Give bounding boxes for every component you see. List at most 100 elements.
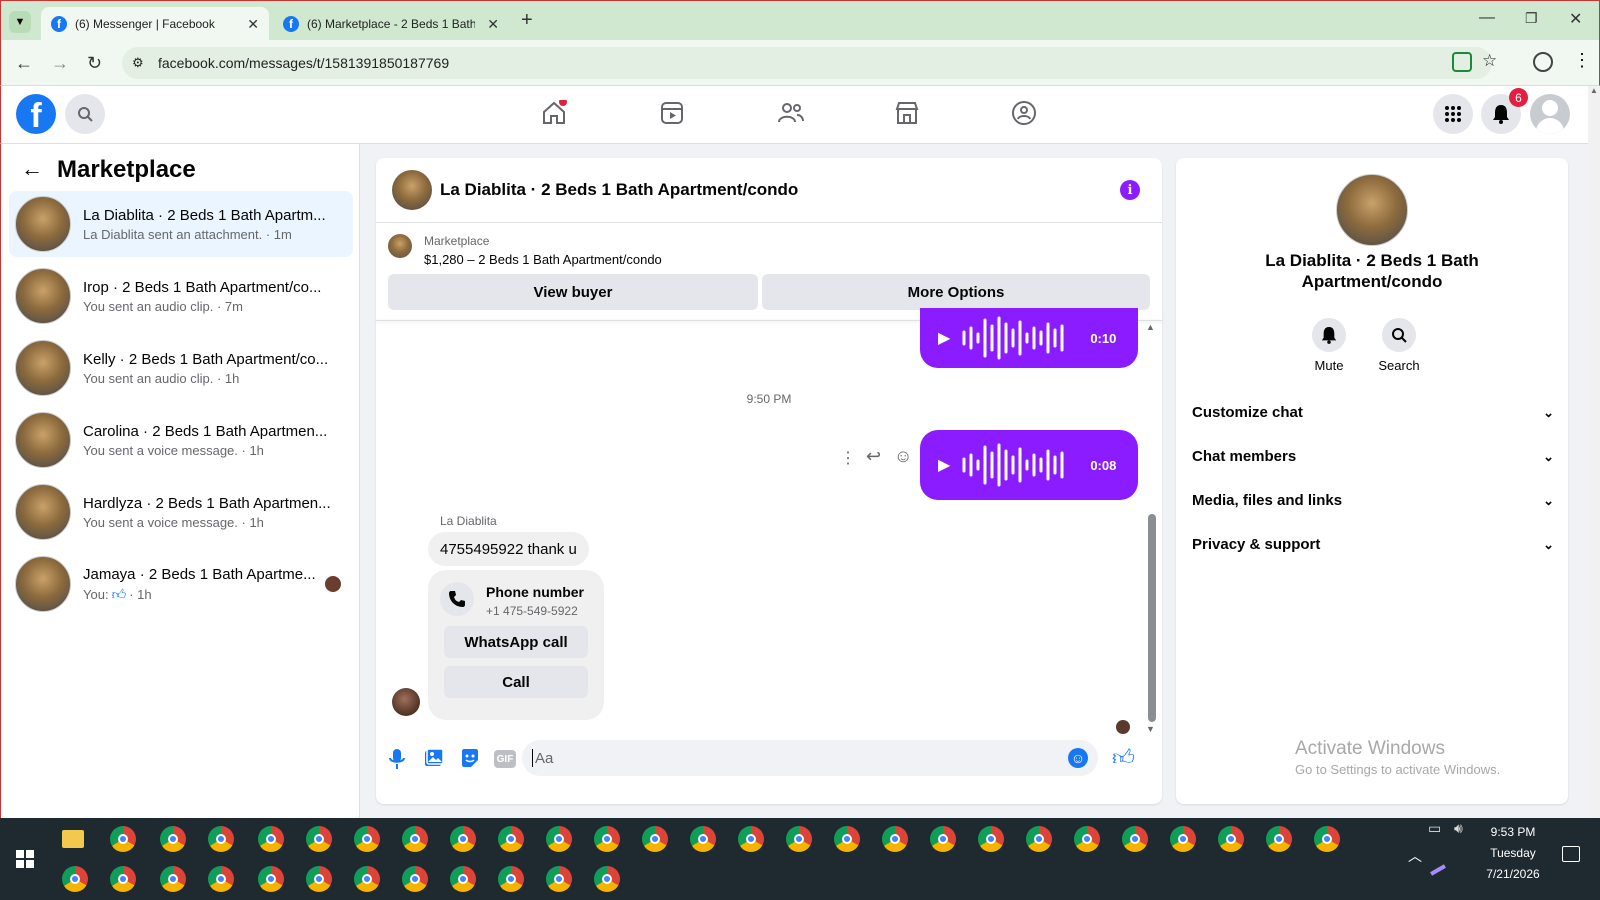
chrome-taskbar-icon[interactable]	[402, 866, 428, 892]
thumbs-up-send-icon[interactable]: 👍︎	[1112, 744, 1135, 771]
nav-marketplace[interactable]	[894, 100, 920, 126]
close-window-icon[interactable]: ✕	[1569, 9, 1582, 29]
chrome-taskbar-icon[interactable]	[450, 866, 476, 892]
reload-icon[interactable]: ↻	[87, 53, 102, 74]
chrome-taskbar-icon[interactable]	[62, 866, 88, 892]
view-buyer-button[interactable]: View buyer	[388, 274, 758, 310]
chrome-taskbar-icon[interactable]	[306, 826, 332, 852]
chrome-taskbar-icon[interactable]	[160, 826, 186, 852]
play-icon[interactable]: ▶	[938, 455, 950, 475]
nav-gaming[interactable]	[1011, 100, 1037, 126]
chrome-taskbar-icon[interactable]	[1026, 826, 1052, 852]
search-conversation-button[interactable]	[1382, 318, 1416, 352]
call-button[interactable]: Call	[444, 666, 588, 698]
message-input[interactable]: Aa ☺	[522, 740, 1098, 776]
scroll-down-icon[interactable]: ▼	[1146, 724, 1155, 734]
search-facebook-button[interactable]	[65, 94, 105, 134]
windows-start-icon[interactable]	[16, 850, 34, 868]
chrome-taskbar-icon[interactable]	[1218, 826, 1244, 852]
chrome-taskbar-icon[interactable]	[882, 826, 908, 852]
show-hidden-icons-icon[interactable]: ︿	[1408, 846, 1422, 866]
gif-icon[interactable]: GIF	[494, 750, 516, 768]
chrome-taskbar-icon[interactable]	[110, 866, 136, 892]
account-avatar[interactable]	[1530, 94, 1570, 134]
install-app-icon[interactable]	[1452, 52, 1472, 72]
react-emoji-icon[interactable]: ☺	[894, 446, 912, 467]
emoji-icon[interactable]: ☺	[1068, 748, 1088, 768]
chrome-taskbar-icon[interactable]	[978, 826, 1004, 852]
conversation-item[interactable]: Hardlyza · 2 Beds 1 Bath Apartmen... You …	[9, 479, 353, 545]
chrome-taskbar-icon[interactable]	[160, 866, 186, 892]
chrome-taskbar-icon[interactable]	[498, 866, 524, 892]
sticker-icon[interactable]	[460, 748, 480, 768]
info-icon[interactable]: i	[1120, 180, 1140, 200]
chat-scrollbar[interactable]	[1148, 514, 1156, 722]
chrome-taskbar-icon[interactable]	[594, 826, 620, 852]
tab-search-chevron-icon[interactable]: ▼	[9, 11, 31, 33]
chrome-taskbar-icon[interactable]	[498, 826, 524, 852]
chat-members-section[interactable]: Chat members ⌄	[1192, 448, 1554, 465]
chrome-taskbar-icon[interactable]	[450, 826, 476, 852]
back-arrow-icon[interactable]: ←	[21, 156, 43, 182]
page-scrollbar[interactable]: ▲	[1588, 86, 1600, 818]
chrome-taskbar-icon[interactable]	[1266, 826, 1292, 852]
info-avatar[interactable]	[1336, 174, 1408, 246]
taskbar-clock[interactable]: 9:53 PM Tuesday 7/21/2026	[1478, 822, 1548, 885]
photo-icon[interactable]	[424, 748, 444, 768]
scroll-up-icon[interactable]: ▲	[1146, 322, 1155, 332]
chrome-taskbar-icon[interactable]	[546, 866, 572, 892]
minimize-icon[interactable]: —	[1479, 9, 1495, 27]
chrome-taskbar-icon[interactable]	[306, 866, 332, 892]
chrome-taskbar-icon[interactable]	[1122, 826, 1148, 852]
media-files-section[interactable]: Media, files and links ⌄	[1192, 492, 1554, 509]
sender-avatar[interactable]	[392, 688, 420, 716]
more-actions-icon[interactable]: ⋮	[840, 448, 856, 468]
customize-chat-section[interactable]: Customize chat ⌄	[1192, 404, 1554, 421]
new-tab-icon[interactable]: +	[521, 9, 533, 32]
voice-message-bubble[interactable]: ▶ 0:08	[920, 430, 1138, 500]
chrome-taskbar-icon[interactable]	[786, 826, 812, 852]
chrome-taskbar-icon[interactable]	[690, 826, 716, 852]
nav-home[interactable]	[541, 100, 567, 126]
facebook-logo[interactable]: f	[16, 94, 56, 134]
chrome-taskbar-icon[interactable]	[738, 826, 764, 852]
whatsapp-call-button[interactable]: WhatsApp call	[444, 626, 588, 658]
incoming-message[interactable]: 4755495922 thank u	[428, 532, 589, 566]
chrome-taskbar-icon[interactable]	[930, 826, 956, 852]
nav-friends[interactable]	[777, 100, 805, 126]
voice-message-bubble[interactable]: ▶ 0:10	[920, 308, 1138, 368]
notifications-center-icon[interactable]	[1562, 846, 1580, 862]
profile-icon[interactable]	[1533, 52, 1553, 72]
nav-reels[interactable]	[659, 100, 685, 126]
chrome-taskbar-icon[interactable]	[208, 826, 234, 852]
more-options-button[interactable]: More Options	[762, 274, 1150, 310]
chrome-taskbar-icon[interactable]	[1314, 826, 1340, 852]
volume-icon[interactable]: 🔊︎	[1454, 820, 1463, 837]
chrome-taskbar-icon[interactable]	[546, 826, 572, 852]
play-icon[interactable]: ▶	[938, 328, 950, 348]
conversation-item[interactable]: Kelly · 2 Beds 1 Bath Apartment/co... You…	[9, 335, 353, 401]
mute-button[interactable]	[1312, 318, 1346, 352]
conversation-item[interactable]: Carolina · 2 Beds 1 Bath Apartmen... You …	[9, 407, 353, 473]
file-explorer-icon[interactable]	[62, 830, 84, 848]
browser-menu-icon[interactable]: ⋮	[1573, 50, 1591, 71]
menu-button[interactable]	[1433, 94, 1473, 134]
tab-marketplace[interactable]: f (6) Marketplace - 2 Beds 1 Bath ✕	[273, 7, 509, 41]
chrome-taskbar-icon[interactable]	[594, 866, 620, 892]
chrome-taskbar-icon[interactable]	[354, 866, 380, 892]
chat-avatar[interactable]	[392, 170, 432, 210]
chrome-taskbar-icon[interactable]	[258, 866, 284, 892]
close-tab-icon[interactable]: ✕	[487, 16, 499, 33]
chrome-taskbar-icon[interactable]	[1170, 826, 1196, 852]
chrome-taskbar-icon[interactable]	[110, 826, 136, 852]
conversation-item[interactable]: Jamaya · 2 Beds 1 Bath Apartme... You: 👍︎…	[9, 551, 353, 617]
conversation-item[interactable]: Irop · 2 Beds 1 Bath Apartment/co... You …	[9, 263, 353, 329]
tab-messenger[interactable]: f (6) Messenger | Facebook ✕	[41, 7, 269, 41]
chat-title[interactable]: La Diablita · 2 Beds 1 Bath Apartment/co…	[440, 180, 798, 200]
microphone-icon[interactable]	[388, 748, 406, 770]
bookmark-star-icon[interactable]: ☆	[1482, 51, 1497, 71]
chrome-taskbar-icon[interactable]	[834, 826, 860, 852]
back-icon[interactable]: ←	[15, 53, 33, 74]
conversation-item[interactable]: La Diablita · 2 Beds 1 Bath Apartm... La …	[9, 191, 353, 257]
privacy-support-section[interactable]: Privacy & support ⌄	[1192, 536, 1554, 553]
